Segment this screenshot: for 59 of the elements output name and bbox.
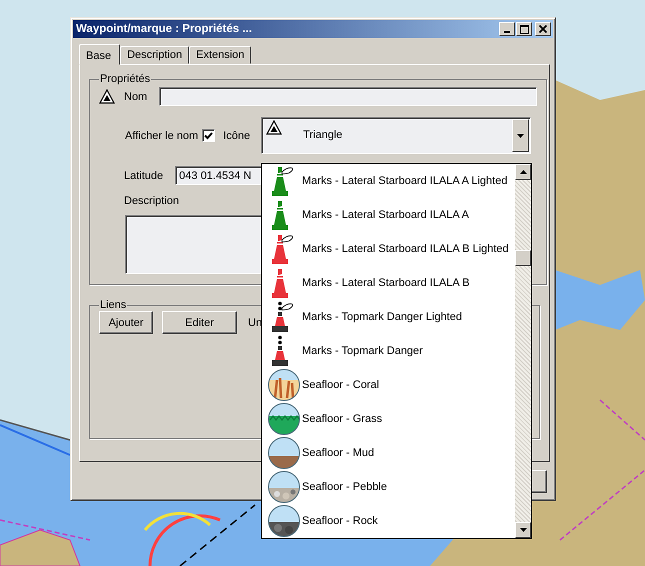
triangle-icon	[266, 120, 282, 136]
seafloor-icon	[267, 402, 301, 436]
icon-list-label: Marks - Lateral Starboard ILALA A	[302, 209, 469, 221]
triangle-icon	[99, 88, 115, 104]
scroll-down-button[interactable]	[515, 522, 531, 538]
icon-list-label: Marks - Lateral Starboard ILALA B	[302, 277, 470, 289]
scrollbar[interactable]	[515, 164, 531, 538]
seafloor-icon	[267, 470, 301, 504]
icon-list-item[interactable]: Seafloor - Coral	[262, 368, 515, 402]
icon-list-item[interactable]: Seafloor - Mud	[262, 436, 515, 470]
icon-list-label: Seafloor - Mud	[302, 447, 374, 459]
icon-list-item[interactable]: Marks - Lateral Starboard ILALA A	[262, 198, 515, 232]
icon-list-label: Marks - Lateral Starboard ILALA B Lighted	[302, 243, 509, 255]
icon-list-item[interactable]: Marks - Lateral Starboard ILALA B	[262, 266, 515, 300]
icon-list-item[interactable]: Seafloor - Pebble	[262, 470, 515, 504]
icon-list-label: Marks - Topmark Danger	[302, 345, 423, 357]
boundary-line	[600, 399, 645, 441]
window-title: Waypoint/marque : Propriétés ...	[76, 23, 252, 35]
caret-icon	[520, 528, 526, 532]
seafloor-icon	[267, 436, 301, 470]
maximize-icon	[520, 24, 528, 34]
show-name-checkbox[interactable]	[202, 129, 216, 142]
name-label: Nom	[124, 90, 148, 102]
icon-list-item[interactable]: Marks - Lateral Starboard ILALA B Lighted	[262, 232, 515, 266]
group-label: Liens	[99, 299, 128, 311]
minimize-button[interactable]	[499, 22, 515, 36]
icon-list-item[interactable]: Seafloor - Rock	[262, 504, 515, 538]
close-icon	[539, 25, 547, 33]
seafloor-icon	[267, 368, 301, 402]
icon-list-label: Marks - Topmark Danger Lighted	[302, 311, 462, 323]
link-button[interactable]: Editer	[162, 311, 237, 334]
icon-label: Icône	[223, 130, 250, 142]
icon-list-label: Seafloor - Coral	[302, 379, 380, 391]
seafloor-icon	[267, 504, 301, 538]
icon-list-label: Seafloor - Pebble	[302, 481, 387, 493]
description-label: Description	[124, 195, 180, 207]
icon-list-item[interactable]: Seafloor - Grass	[262, 402, 515, 436]
tab[interactable]: Base	[79, 44, 120, 65]
scrollbar-thumb[interactable]	[515, 250, 531, 266]
tab[interactable]: Extension	[189, 46, 252, 64]
icon-list-item[interactable]: Marks - Topmark Danger	[262, 334, 515, 368]
show-name-label: Afficher le nom	[125, 130, 198, 142]
name-field[interactable]	[159, 87, 538, 106]
caret-icon	[517, 134, 524, 138]
maximize-button[interactable]	[516, 22, 532, 36]
link-button[interactable]: Ajouter	[99, 311, 153, 334]
icon-dropdown[interactable]: Triangle	[261, 117, 532, 154]
icon-list-item[interactable]: Marks - Topmark Danger Lighted	[262, 300, 515, 334]
latitude-label: Latitude	[124, 170, 164, 182]
scroll-up-button[interactable]	[515, 164, 531, 180]
coastline	[0, 419, 70, 441]
tab[interactable]: Description	[120, 46, 190, 64]
icon-list-label: Seafloor - Grass	[302, 413, 382, 425]
close-button[interactable]	[535, 22, 551, 36]
icon-list-label: Seafloor - Rock	[302, 515, 378, 527]
dropdown-arrow-button[interactable]	[512, 119, 530, 152]
group-label: Propriétés	[99, 73, 152, 85]
caret-up-icon	[520, 170, 526, 174]
route-line	[0, 424, 70, 456]
